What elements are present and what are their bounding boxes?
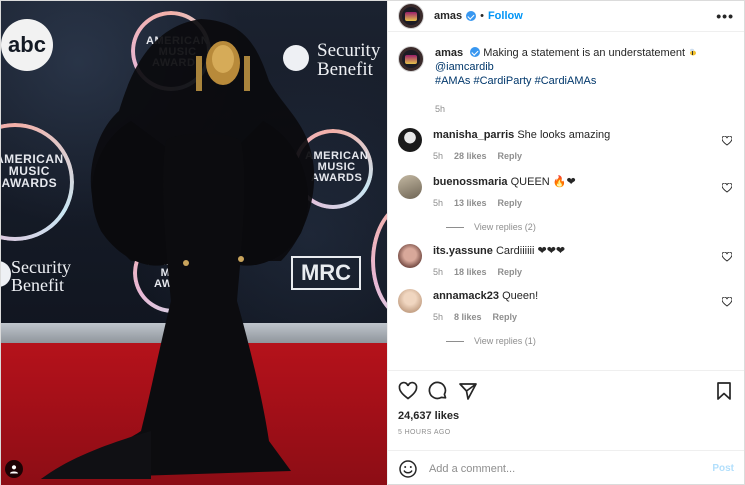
more-options-icon[interactable]: ••• <box>716 8 734 24</box>
comment-time: 5h <box>432 198 443 208</box>
tagged-user-icon[interactable] <box>5 460 23 478</box>
post-timestamp: 5 HOURS AGO <box>397 429 451 436</box>
comment-item: its.yassune Cardiiiiii ❤❤❤ 5h 18 likes Rep… <box>397 244 734 277</box>
comment-likes[interactable]: 18 likes <box>454 267 487 277</box>
person-silhouette <box>41 19 315 479</box>
author-avatar[interactable] <box>397 3 424 29</box>
separator: • <box>480 10 484 22</box>
commenter-avatar[interactable] <box>397 175 422 199</box>
caption-body: Making a statement is an understatement <box>483 47 685 59</box>
reply-button[interactable]: Reply <box>493 312 518 322</box>
post-photo[interactable]: abc AMERICAN MUSIC AWARDS AMERICAN MUSIC… <box>1 1 387 485</box>
follow-button[interactable]: Follow <box>488 10 523 22</box>
share-send-icon[interactable] <box>458 381 478 401</box>
comment-time: 5h <box>432 312 443 322</box>
mention-link[interactable]: @iamcardib <box>435 61 494 73</box>
commenter-avatar[interactable] <box>397 289 422 313</box>
bee-emoji-icon <box>690 48 697 56</box>
replies-divider <box>445 340 464 342</box>
comment-item: buenossmaria QUEEN 🔥❤ 5h 13 likes Reply <box>397 175 734 208</box>
comment-time: 5h <box>432 151 443 161</box>
comment-item: manisha_parris She looks amazing 5h 28 li… <box>397 128 734 161</box>
comment-item: annamack23 Queen! 5h 8 likes Reply <box>397 289 734 322</box>
like-comment-icon[interactable] <box>722 136 732 146</box>
verified-badge-icon <box>466 11 477 21</box>
commenter-avatar[interactable] <box>397 128 422 152</box>
comment-bubble-icon[interactable] <box>428 381 448 401</box>
post-panel: amas • Follow ••• amas Making a statemen… <box>386 1 744 485</box>
view-replies-button[interactable]: View replies (2) <box>445 222 734 232</box>
like-heart-icon[interactable] <box>398 381 418 401</box>
add-comment-bar: Post <box>387 450 744 485</box>
caption: amas Making a statement is an understate… <box>397 46 734 88</box>
instagram-post: abc AMERICAN MUSIC AWARDS AMERICAN MUSIC… <box>0 0 745 485</box>
comment-text: Cardiiiiii ❤❤❤ <box>495 245 566 257</box>
caption-time: 5h <box>434 104 445 114</box>
reply-button[interactable]: Reply <box>498 151 523 161</box>
post-actions: 24,637 likes 5 HOURS AGO <box>387 370 744 436</box>
commenter-avatar[interactable] <box>397 244 422 268</box>
emoji-picker-icon[interactable] <box>398 459 418 479</box>
comment-text: QUEEN 🔥❤ <box>510 176 576 188</box>
comment-likes[interactable]: 13 likes <box>454 198 487 208</box>
commenter-username[interactable]: buenossmaria <box>433 176 508 188</box>
view-replies-label[interactable]: View replies (1) <box>474 336 536 346</box>
like-comment-icon[interactable] <box>722 252 732 262</box>
verified-badge-icon <box>470 47 481 57</box>
commenter-username[interactable]: its.yassune <box>433 245 493 257</box>
reply-button[interactable]: Reply <box>498 267 523 277</box>
author-avatar[interactable] <box>397 46 424 72</box>
comment-likes[interactable]: 8 likes <box>454 312 482 322</box>
author-username[interactable]: amas <box>434 10 462 22</box>
post-comment-button[interactable]: Post <box>712 463 734 474</box>
like-comment-icon[interactable] <box>722 297 732 307</box>
view-replies-label[interactable]: View replies (2) <box>474 222 536 232</box>
comment-text: She looks amazing <box>517 129 611 141</box>
commenter-username[interactable]: annamack23 <box>433 290 499 302</box>
commenter-username[interactable]: manisha_parris <box>433 129 514 141</box>
replies-divider <box>445 226 464 228</box>
comment-time: 5h <box>432 267 443 277</box>
like-comment-icon[interactable] <box>722 183 732 193</box>
hashtags-link[interactable]: #AMAs #CardiParty #CardiAMAs <box>435 75 596 87</box>
likes-count[interactable]: 24,637 likes <box>398 410 734 422</box>
post-header: amas • Follow ••• <box>387 1 744 32</box>
reply-button[interactable]: Reply <box>498 198 523 208</box>
view-replies-button[interactable]: View replies (1) <box>445 336 734 346</box>
caption-text: amas Making a statement is an understate… <box>435 46 725 88</box>
comment-input[interactable] <box>428 462 713 475</box>
save-bookmark-icon[interactable] <box>714 381 734 401</box>
caption-username[interactable]: amas <box>435 47 463 59</box>
comments-list[interactable]: amas Making a statement is an understate… <box>388 46 744 369</box>
comment-text: Queen! <box>502 290 539 302</box>
comment-likes[interactable]: 28 likes <box>454 151 487 161</box>
